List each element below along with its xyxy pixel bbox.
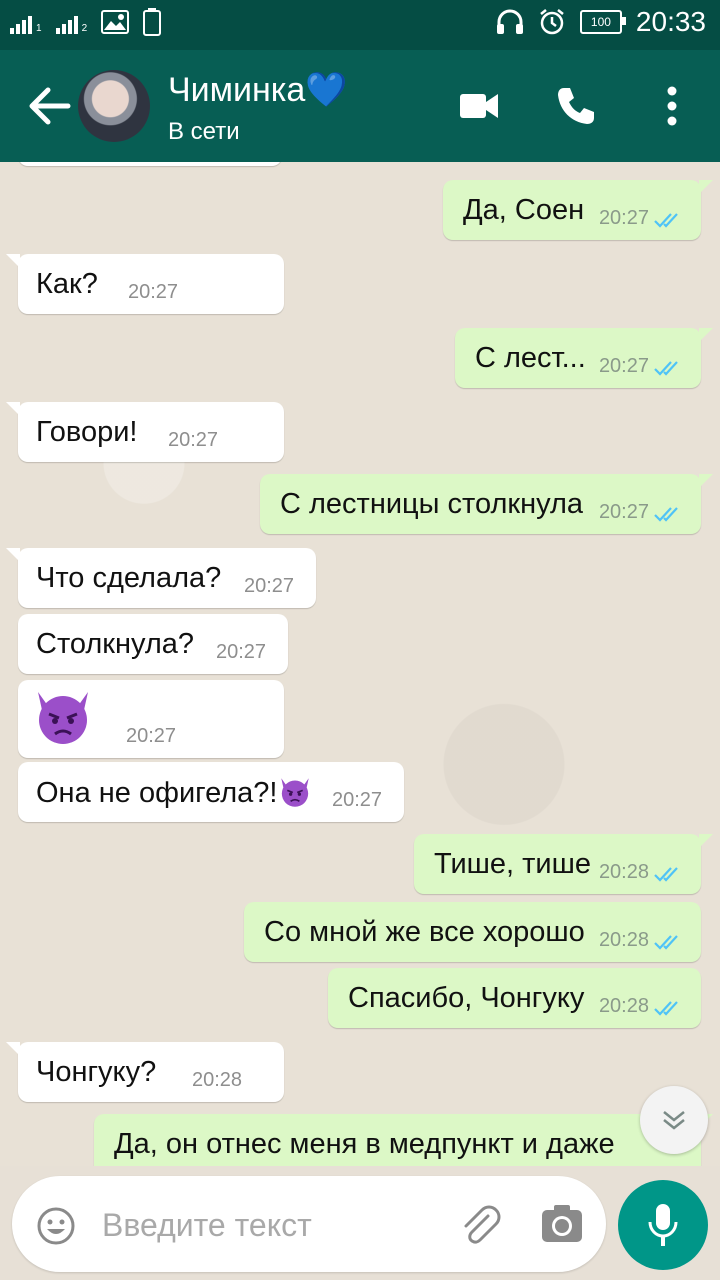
scroll-to-bottom-button[interactable] <box>640 1086 708 1154</box>
clock: 20:33 <box>635 6 706 37</box>
message-bubble-out[interactable]: Тише, тише 20:28 <box>414 834 713 894</box>
message-bubble-out[interactable]: Со мной же все хорошо 20:28 <box>244 902 701 962</box>
message-time: 20:27 <box>598 355 649 377</box>
message-time: 20:28 <box>598 929 649 951</box>
message-time: 20:28 <box>598 861 649 883</box>
phone-icon[interactable] <box>556 86 596 126</box>
chat-area[interactable]: Да, Соен 20:27 Как? 20:27 С лест... 20:2… <box>0 162 720 1166</box>
angry-devil-emoji <box>280 778 309 807</box>
message-bubble-in[interactable]: Она не офигела?! 20:27 <box>18 762 404 822</box>
camera-icon[interactable] <box>540 1202 584 1246</box>
message-text: Со мной же все хорошо <box>264 916 585 948</box>
message-bubble-out[interactable]: Спасибо, Чонгуку 20:28 <box>328 968 701 1028</box>
attach-icon[interactable] <box>458 1202 502 1246</box>
read-ticks-icon <box>654 507 678 522</box>
headphones-icon <box>496 9 523 34</box>
message-text: Да, Соен <box>463 194 585 226</box>
voice-record-button[interactable] <box>618 1180 708 1270</box>
angry-devil-emoji <box>38 692 88 744</box>
double-chevron-down-icon <box>663 1111 685 1130</box>
read-ticks-icon <box>654 213 678 228</box>
message-time: 20:27 <box>128 281 179 303</box>
message-text: С лестницы столкнула <box>280 488 584 520</box>
message-bubble-in[interactable]: Столкнула? 20:27 <box>18 614 288 674</box>
mic-icon <box>648 1204 678 1246</box>
more-vert-icon[interactable] <box>664 86 680 126</box>
read-ticks-icon <box>654 935 678 950</box>
message-time: 20:28 <box>192 1069 243 1091</box>
alarm-icon <box>540 9 564 35</box>
message-bubble-in[interactable]: Чонгуку? 20:28 <box>6 1042 284 1102</box>
message-time: 20:27 <box>598 501 649 523</box>
battery-indicator: 100 <box>579 10 626 34</box>
message-text: Что сделала? <box>36 562 222 594</box>
message-text: Да, он отнес меня в медпункт и даже <box>114 1128 615 1160</box>
message-time: 20:27 <box>244 575 295 597</box>
message-bubble-out[interactable]: С лестницы столкнула 20:27 <box>260 474 713 534</box>
message-input[interactable] <box>100 1194 424 1256</box>
message-bubble-in[interactable]: 20:27 <box>18 680 284 758</box>
signal-sim2-icon: 2 <box>55 10 87 34</box>
message-input-bar <box>12 1176 606 1272</box>
message-text: Чонгуку? <box>36 1056 157 1088</box>
message-time: 20:27 <box>216 641 267 663</box>
contact-avatar[interactable] <box>78 70 150 142</box>
message-bubble-in[interactable]: Что сделала? 20:27 <box>6 548 316 608</box>
signal-sim1-icon: 1 <box>10 10 42 34</box>
message-text: Как? <box>36 268 98 300</box>
message-bubble-in[interactable]: Говори! 20:27 <box>6 402 284 462</box>
contact-name[interactable]: Чиминка💙 <box>168 70 348 110</box>
video-call-icon[interactable] <box>460 92 500 120</box>
message-text: Она не офигела?! <box>36 776 312 810</box>
chat-header: Чиминка💙 В сети <box>0 50 720 162</box>
status-bar: 1 2 100 20:33 <box>0 0 720 50</box>
battery-saver-icon <box>143 8 162 36</box>
message-time: 20:28 <box>598 995 649 1017</box>
message-time: 20:27 <box>598 207 649 229</box>
message-bubble-out[interactable]: Да, он отнес меня в медпункт и даже <box>94 1114 713 1166</box>
message-bubble-in[interactable]: Как? 20:27 <box>6 254 284 314</box>
message-text: Тише, тише <box>434 848 592 880</box>
read-ticks-icon <box>654 867 678 882</box>
message-text: Говори! <box>36 416 138 448</box>
gallery-icon <box>101 10 130 34</box>
message-text: Спасибо, Чонгуку <box>348 982 585 1014</box>
read-ticks-icon <box>654 1001 678 1016</box>
message-time: 20:27 <box>168 429 219 451</box>
read-ticks-icon <box>654 361 678 376</box>
message-time: 20:27 <box>126 725 177 747</box>
back-arrow-icon[interactable] <box>26 84 74 128</box>
message-bubble-partial <box>18 162 282 166</box>
message-text: Столкнула? <box>36 628 195 660</box>
message-time: 20:27 <box>332 789 383 811</box>
emoji-icon[interactable] <box>36 1206 76 1246</box>
message-text: С лест... <box>475 342 586 374</box>
contact-status: В сети <box>168 118 240 145</box>
message-bubble-out[interactable]: С лест... 20:27 <box>455 328 713 388</box>
message-bubble-out[interactable]: Да, Соен 20:27 <box>443 180 713 240</box>
